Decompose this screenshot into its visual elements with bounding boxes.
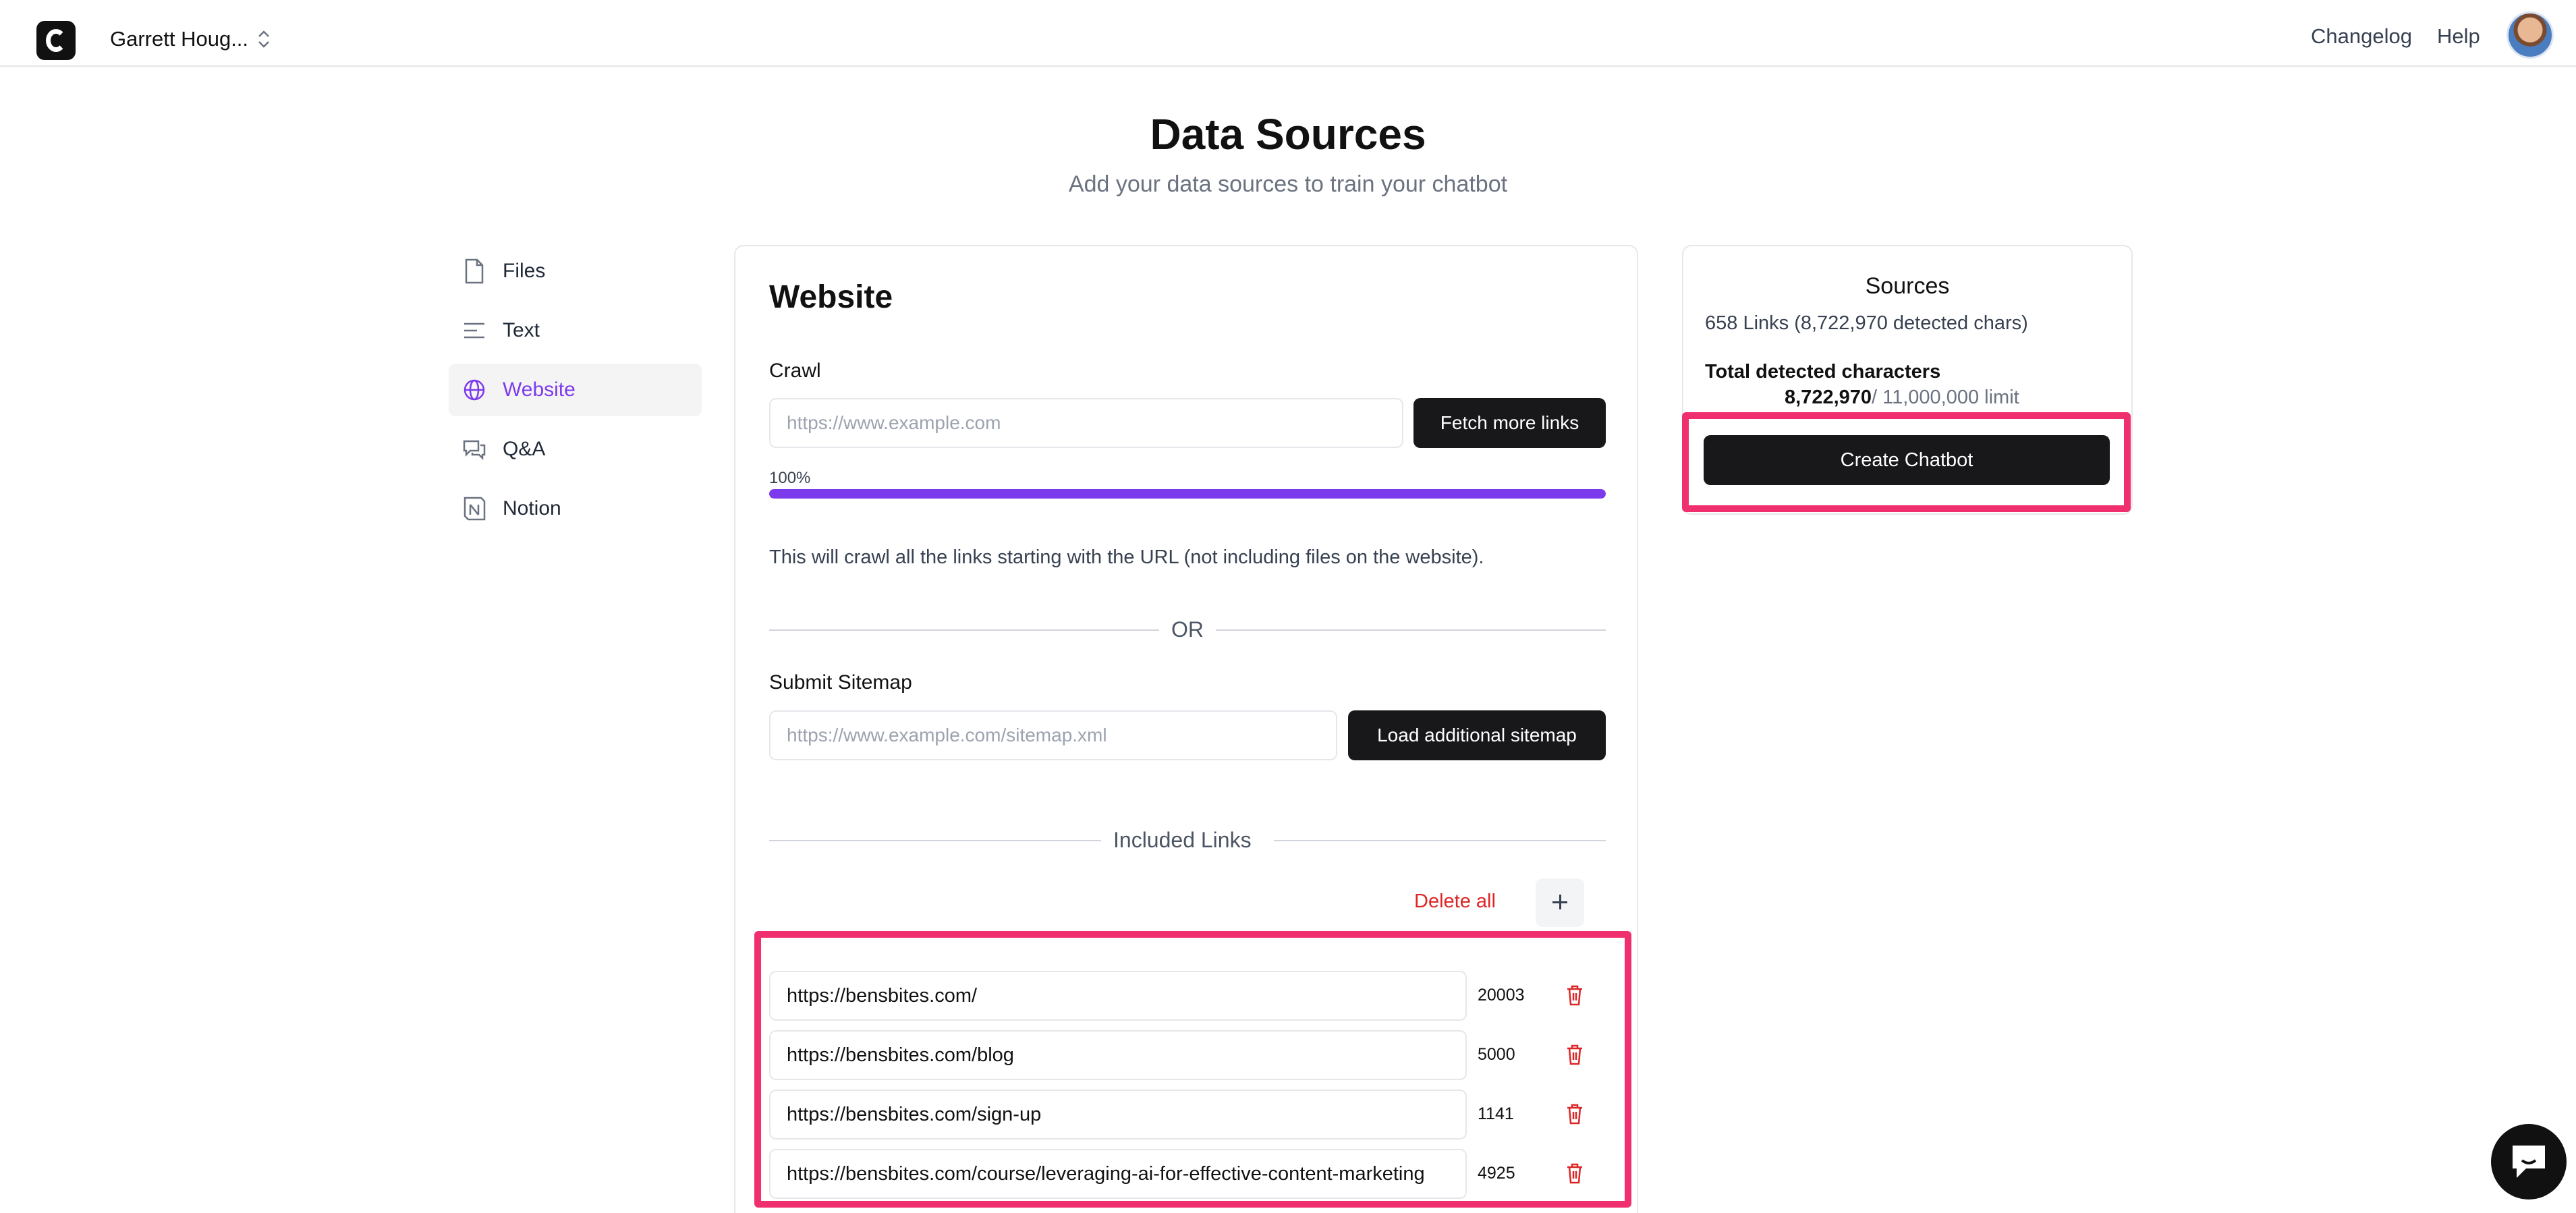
user-avatar[interactable]	[2507, 11, 2554, 59]
or-divider: OR	[1171, 617, 1204, 642]
divider-line	[769, 840, 1101, 841]
crawl-url-input[interactable]	[769, 398, 1403, 448]
plus-icon	[1559, 895, 1561, 909]
crawl-label: Crawl	[769, 360, 821, 382]
logo-c-icon	[46, 29, 66, 52]
sidebar-item-files[interactable]: Files	[449, 245, 702, 298]
progress-label: 100%	[769, 469, 811, 487]
sidebar-item-label: Notion	[503, 497, 561, 519]
sidebar-item-notion[interactable]: Notion	[449, 482, 702, 535]
page-subtitle: Add your data sources to train your chat…	[1068, 171, 1508, 197]
page-title: Data Sources	[1150, 110, 1426, 159]
included-links-heading: Included Links	[1113, 828, 1252, 852]
crawl-progress-bar	[769, 489, 1606, 499]
included-links-highlight	[754, 931, 1631, 1208]
file-icon	[465, 258, 484, 284]
sitemap-label: Submit Sitemap	[769, 671, 912, 694]
chevron-up-down-icon[interactable]	[256, 28, 271, 50]
globe-icon	[464, 379, 485, 401]
chat-bubbles-icon	[463, 440, 486, 461]
total-characters-label: Total detected characters	[1705, 361, 1941, 383]
add-link-button[interactable]	[1536, 878, 1584, 927]
divider-line	[1274, 840, 1606, 841]
sidebar-item-label: Q&A	[503, 438, 546, 460]
team-selector-label[interactable]: Garrett Houg...	[110, 27, 248, 51]
progress-fill	[769, 489, 1606, 499]
load-additional-sitemap-button[interactable]: Load additional sitemap	[1348, 710, 1606, 760]
divider-line	[769, 629, 1159, 631]
crawl-help-text: This will crawl all the links starting w…	[769, 546, 1484, 568]
chat-icon	[2513, 1146, 2545, 1178]
notion-icon	[464, 497, 486, 521]
sidebar-item-qa[interactable]: Q&A	[449, 423, 702, 476]
top-bar: Garrett Houg... Changelog Help	[0, 0, 2576, 67]
sidebar-item-text[interactable]: Text	[449, 304, 702, 357]
sources-title: Sources	[1865, 273, 1950, 299]
help-link[interactable]: Help	[2437, 24, 2480, 49]
create-chatbot-button[interactable]: Create Chatbot	[1704, 435, 2110, 485]
character-limit: / 11,000,000 limit	[1872, 387, 2019, 408]
links-summary: 658 Links (8,722,970 detected chars)	[1705, 312, 2028, 334]
app-logo[interactable]	[36, 21, 76, 60]
fetch-more-links-button[interactable]: Fetch more links	[1413, 398, 1606, 448]
character-count: 8,722,970/ 11,000,000 limit	[1785, 387, 2019, 409]
chat-widget-button[interactable]	[2491, 1124, 2567, 1200]
card-title: Website	[769, 279, 893, 315]
sidebar-item-website[interactable]: Website	[449, 364, 702, 416]
delete-all-links-button[interactable]: Delete all	[1414, 891, 1496, 913]
text-lines-icon	[464, 322, 484, 339]
sidebar-item-label: Text	[503, 319, 540, 341]
sitemap-url-input[interactable]	[769, 710, 1337, 760]
changelog-link[interactable]: Changelog	[2311, 24, 2412, 49]
character-count-value: 8,722,970	[1785, 387, 1872, 408]
sidebar-item-label: Website	[503, 378, 576, 401]
divider-line	[1216, 629, 1606, 631]
sidebar-item-label: Files	[503, 260, 546, 282]
